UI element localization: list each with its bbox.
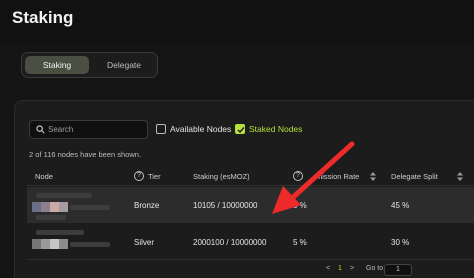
table-header: Node ? Tier Staking (esMOZ) ? mission Ra… <box>27 168 474 186</box>
node-avatar <box>50 239 59 249</box>
top-bar: Staking <box>0 0 474 44</box>
help-icon[interactable]: ? <box>293 171 303 181</box>
column-node: Node <box>35 172 53 181</box>
column-staking: Staking (esMOZ) <box>193 172 250 181</box>
available-nodes-checkbox[interactable] <box>156 124 166 134</box>
staked-nodes-checkbox[interactable] <box>235 124 245 134</box>
node-avatar-blurred <box>30 193 116 221</box>
node-name-redacted <box>36 230 84 235</box>
tab-delegate[interactable]: Delegate <box>92 56 156 74</box>
page-title: Staking <box>12 8 74 27</box>
search-box[interactable] <box>29 120 148 139</box>
search-icon <box>36 125 45 134</box>
node-avatar <box>32 202 41 212</box>
node-meta-redacted <box>36 215 66 220</box>
node-avatar <box>41 202 50 212</box>
node-address-redacted <box>70 242 110 247</box>
node-avatar <box>59 239 68 249</box>
tab-switcher: Staking Delegate <box>21 52 158 78</box>
commission-cell: 5 % <box>293 238 307 247</box>
prev-page-button[interactable]: < <box>326 265 330 272</box>
next-page-button[interactable]: > <box>350 265 354 272</box>
table-row[interactable]: Silver 2000100 / 10000000 5 % 30 % <box>27 224 474 260</box>
delegate-split-cell: 45 % <box>391 201 410 210</box>
node-avatar <box>32 239 41 249</box>
staking-cell: 2000100 / 10000000 <box>193 238 267 247</box>
tier-cell: Bronze <box>134 201 160 210</box>
node-name-redacted <box>36 193 92 198</box>
node-avatar <box>50 202 59 212</box>
current-page[interactable]: 1 <box>338 265 342 272</box>
tier-cell: Silver <box>134 238 155 247</box>
tab-staking[interactable]: Staking <box>25 56 89 74</box>
check-icon <box>237 127 245 134</box>
column-tier: Tier <box>148 172 161 181</box>
available-nodes-label[interactable]: Available Nodes <box>170 124 231 134</box>
node-count-text: 2 of 116 nodes have been shown. <box>29 150 142 159</box>
node-avatar-blurred <box>30 230 116 258</box>
sort-icon[interactable] <box>370 172 376 181</box>
help-icon[interactable]: ? <box>134 171 144 181</box>
table-row[interactable]: Bronze 10105 / 10000000 5 % 45 % <box>27 187 474 223</box>
goto-label: Go to <box>366 265 384 272</box>
sort-icon[interactable] <box>457 172 463 181</box>
node-avatar <box>59 202 68 212</box>
column-delegate-split: Delegate Split <box>391 172 438 181</box>
search-input[interactable] <box>48 122 144 137</box>
commission-cell: 5 % <box>293 201 307 210</box>
node-avatar <box>41 239 50 249</box>
staked-nodes-label[interactable]: Staked Nodes <box>249 124 302 134</box>
delegate-split-cell: 30 % <box>391 238 410 247</box>
staking-cell: 10105 / 10000000 <box>193 201 258 210</box>
goto-page-input[interactable]: 1 <box>384 264 412 276</box>
node-address-redacted <box>70 205 110 210</box>
column-commission-rate: mission Rate <box>316 172 360 181</box>
